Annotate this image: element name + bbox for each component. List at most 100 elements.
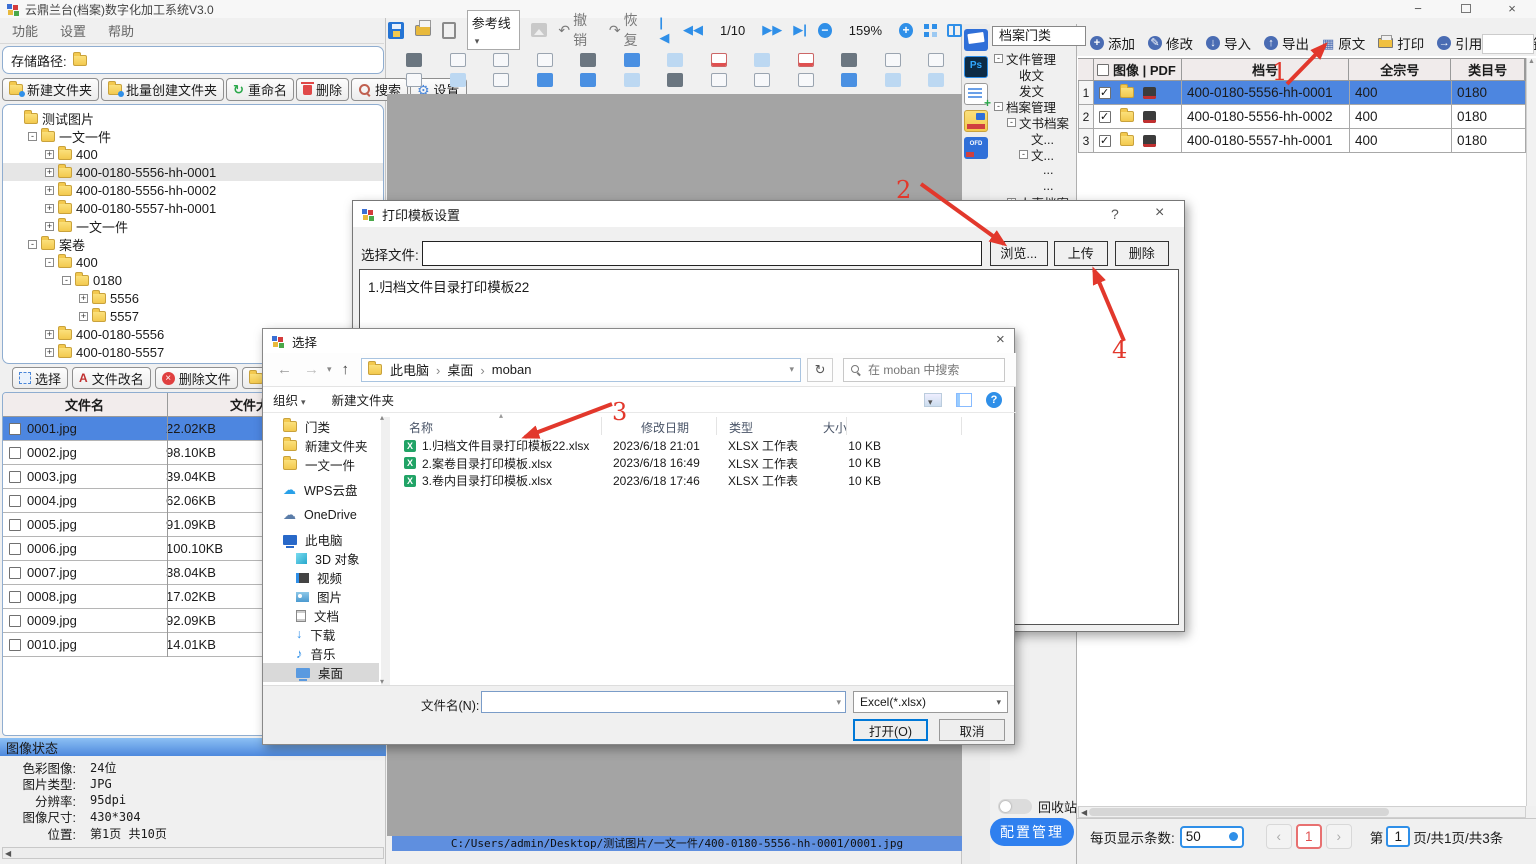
image-folder-icon[interactable] (1120, 111, 1134, 122)
file-checkbox[interactable] (9, 615, 21, 627)
tree-expander-icon[interactable]: + (45, 330, 54, 339)
sidebar-item[interactable]: 图片 (263, 587, 379, 606)
file-checkbox[interactable] (9, 471, 21, 483)
page-size-select[interactable]: 50 (1180, 826, 1244, 848)
save-icon[interactable] (388, 22, 404, 39)
edit-tool-icon[interactable] (798, 73, 814, 87)
sidebar-scrollbar[interactable] (381, 417, 390, 685)
tree-item[interactable]: + 5557 (3, 307, 383, 325)
tree-expander-icon[interactable]: - (1019, 150, 1028, 159)
edit-tool-icon[interactable] (667, 53, 683, 67)
breadcrumb[interactable]: 此电脑桌面moban ▾ (361, 358, 801, 382)
config-manage-button[interactable]: 配置管理 (990, 818, 1074, 846)
edit-tool-icon[interactable] (450, 53, 466, 67)
sidebar-item[interactable]: 一文一件 (263, 455, 379, 474)
folder-tool-button[interactable]: 批量创建文件夹 (101, 78, 224, 101)
refresh-icon[interactable]: ↻ (807, 358, 833, 382)
file-checkbox[interactable] (9, 543, 21, 555)
current-page-button[interactable]: 1 (1296, 824, 1322, 849)
close-icon[interactable]: × (996, 331, 1005, 348)
record-checkbox[interactable] (1099, 135, 1111, 147)
col-quanzong[interactable]: 全宗号 (1349, 59, 1451, 80)
photoshop-icon[interactable] (964, 56, 988, 78)
pdf-icon[interactable] (1143, 135, 1156, 147)
tree-item[interactable]: - 案卷 (3, 235, 383, 253)
fit-view-icon[interactable] (924, 24, 936, 37)
template-file-input[interactable] (422, 241, 982, 266)
next-page-icon[interactable] (762, 22, 782, 38)
storage-path-box[interactable]: 存储路径: (2, 46, 384, 74)
sidebar-item[interactable]: 下载 (263, 625, 379, 644)
template-list-item[interactable]: 1.归档文件目录打印模板22 (368, 276, 1170, 296)
zoom-in-icon[interactable] (899, 23, 913, 38)
vertical-scrollbar[interactable]: ▲ (1526, 58, 1536, 806)
scanner-icon[interactable] (964, 29, 988, 51)
folder-tool-button[interactable]: 删除 (296, 78, 349, 101)
records-h-scrollbar[interactable]: ◀ (1078, 806, 1526, 818)
cancel-button[interactable]: 取消 (939, 719, 1005, 741)
tree-item[interactable]: - 400 (3, 253, 383, 271)
breadcrumb-item[interactable]: 桌面 (447, 360, 491, 379)
column-divider[interactable] (601, 417, 602, 435)
edit-tool-icon[interactable] (406, 53, 422, 67)
file-checkbox[interactable] (9, 567, 21, 579)
breadcrumb-item[interactable]: moban (492, 362, 546, 377)
back-icon[interactable]: ← (277, 361, 292, 378)
sidebar-item[interactable]: 桌面 (263, 663, 379, 682)
file-tool-button[interactable]: 文件改名 (72, 367, 151, 389)
column-divider[interactable] (716, 417, 717, 435)
tree-expander-icon[interactable]: - (62, 276, 71, 285)
picker-file-row[interactable]: X 2.案卷目录打印模板.xlsx 2023/6/18 16:49 XLSX 工… (396, 455, 1006, 473)
tree-item[interactable]: + 5556 (3, 289, 383, 307)
edit-tool-icon[interactable] (667, 73, 683, 87)
close-button[interactable]: × (1502, 1, 1522, 17)
edit-tool-icon[interactable] (580, 73, 596, 87)
tree-expander-icon[interactable]: + (45, 186, 54, 195)
records-toolbar-button[interactable]: 导出 (1264, 33, 1309, 53)
col-date[interactable]: 修改日期 (641, 419, 689, 436)
input-caret-icon[interactable]: ▾ (836, 697, 841, 708)
preview-pane-icon[interactable] (956, 393, 972, 407)
tree-expander-icon[interactable]: + (45, 168, 54, 177)
file-tool-button[interactable]: 选择 (12, 367, 68, 389)
tree-expander-icon[interactable]: + (45, 150, 54, 159)
file-tool-button[interactable]: 删除文件 (155, 367, 238, 389)
edit-tool-icon[interactable] (711, 53, 727, 67)
sidebar-item[interactable]: 新建文件夹 (263, 436, 379, 455)
scroll-up-icon[interactable]: ▴ (380, 413, 384, 422)
records-toolbar-button[interactable]: 导入 (1206, 33, 1251, 53)
undo-button[interactable]: 撤销 (558, 10, 597, 50)
tree-item[interactable]: + 一文一件 (3, 217, 383, 235)
pdf-icon[interactable] (1143, 87, 1156, 99)
organize-menu[interactable]: 组织 (273, 390, 306, 409)
upload-button[interactable]: 上传 (1054, 241, 1108, 266)
minimize-button[interactable]: − (1408, 1, 1428, 17)
sidebar-item[interactable]: 此电脑 (263, 530, 379, 549)
record-row[interactable]: 1 400-0180-5556-hh-0001 400 0180 (1078, 81, 1526, 105)
redo-button[interactable]: 恢复 (609, 10, 648, 50)
edit-tool-icon[interactable] (841, 73, 857, 87)
tree-item[interactable]: + 400-0180-5557-hh-0001 (3, 199, 383, 217)
tree-expander-icon[interactable]: - (994, 102, 1003, 111)
breadcrumb-caret-icon[interactable]: ▾ (790, 364, 795, 375)
help-icon[interactable]: ? (1111, 206, 1119, 222)
image-folder-icon[interactable] (1120, 135, 1134, 146)
file-checkbox[interactable] (9, 447, 21, 459)
records-toolbar-button[interactable]: 原文 (1322, 33, 1365, 53)
col-type[interactable]: 类型 (729, 419, 753, 436)
edit-tool-icon[interactable] (841, 53, 857, 67)
sidebar-item[interactable]: OneDrive (263, 505, 379, 524)
col-leimu[interactable]: 类目号 (1451, 59, 1525, 80)
col-name[interactable]: 名称 (409, 419, 433, 436)
help-icon[interactable]: ? (986, 392, 1002, 408)
prev-page-button[interactable]: ‹ (1266, 824, 1292, 849)
tree-item[interactable]: 测试图片 (3, 109, 383, 127)
sidebar-item[interactable]: 3D 对象 (263, 549, 379, 568)
file-type-filter[interactable]: Excel(*.xlsx)▾ (853, 691, 1008, 713)
browse-button[interactable]: 浏览... (990, 241, 1048, 266)
sidebar-item[interactable]: WPS云盘 (263, 480, 379, 499)
folder-convert-icon[interactable] (964, 110, 988, 132)
file-checkbox[interactable] (9, 639, 21, 651)
zoom-out-icon[interactable] (818, 23, 832, 38)
folder-tool-button[interactable]: 新建文件夹 (2, 78, 99, 101)
